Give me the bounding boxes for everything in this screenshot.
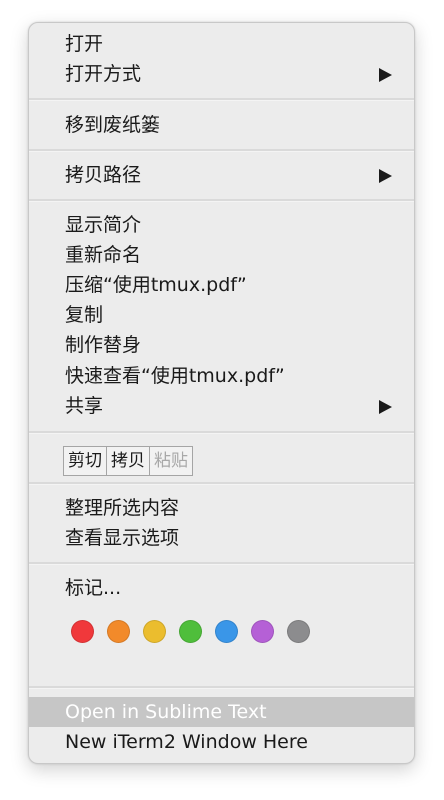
menu-item-open-in-sublime[interactable]: Open in Sublime Text — [29, 697, 414, 727]
menu-item-move-to-trash[interactable]: 移到废纸篓 — [29, 110, 414, 140]
menu-item-quick-look[interactable]: 快速查看“使用tmux.pdf” — [29, 361, 414, 391]
copy-button[interactable]: 拷贝 — [107, 447, 150, 475]
menu-item-make-alias[interactable]: 制作替身 — [29, 330, 414, 360]
submenu-arrow-icon — [379, 169, 392, 183]
menu-item-label: 打开方式 — [65, 63, 142, 85]
menu-separator — [29, 431, 414, 434]
menu-item-tags[interactable]: 标记... — [29, 573, 414, 603]
menu-item-share[interactable]: 共享 — [29, 391, 414, 421]
menu-item-new-iterm-window[interactable]: New iTerm2 Window Here — [29, 727, 414, 757]
cut-button[interactable]: 剪切 — [64, 447, 107, 475]
menu-item-show-view-options[interactable]: 查看显示选项 — [29, 523, 414, 553]
menu-item-open-with[interactable]: 打开方式 — [29, 59, 414, 89]
tag-purple-dot[interactable] — [251, 620, 274, 643]
tag-gray-dot[interactable] — [287, 620, 310, 643]
menu-separator — [29, 482, 414, 485]
menu-item-label: 共享 — [65, 395, 104, 417]
submenu-arrow-icon — [379, 68, 392, 82]
tag-color-row — [71, 620, 323, 643]
menu-separator — [29, 562, 414, 565]
edit-button-group: 剪切 拷贝 粘贴 — [63, 446, 193, 476]
menu-item-get-info[interactable]: 显示简介 — [29, 210, 414, 240]
menu-item-compress[interactable]: 压缩“使用tmux.pdf” — [29, 270, 414, 300]
tag-red-dot[interactable] — [71, 620, 94, 643]
submenu-arrow-icon — [379, 400, 392, 414]
menu-item-open[interactable]: 打开 — [29, 29, 414, 59]
tag-orange-dot[interactable] — [107, 620, 130, 643]
tag-blue-dot[interactable] — [215, 620, 238, 643]
context-menu: 打开 打开方式 移到废纸篓 拷贝路径 显示简介 重新命名 压缩“使用tmux.p… — [28, 22, 415, 764]
menu-item-duplicate[interactable]: 复制 — [29, 300, 414, 330]
menu-item-clean-up-selection[interactable]: 整理所选内容 — [29, 493, 414, 523]
menu-separator — [29, 149, 414, 152]
paste-button: 粘贴 — [154, 451, 188, 471]
menu-separator — [29, 98, 414, 101]
menu-separator — [29, 686, 414, 689]
tag-yellow-dot[interactable] — [143, 620, 166, 643]
menu-separator — [29, 199, 414, 202]
menu-item-label: 拷贝路径 — [65, 164, 142, 186]
menu-item-rename[interactable]: 重新命名 — [29, 240, 414, 270]
menu-item-copy-path[interactable]: 拷贝路径 — [29, 160, 414, 190]
tag-green-dot[interactable] — [179, 620, 202, 643]
